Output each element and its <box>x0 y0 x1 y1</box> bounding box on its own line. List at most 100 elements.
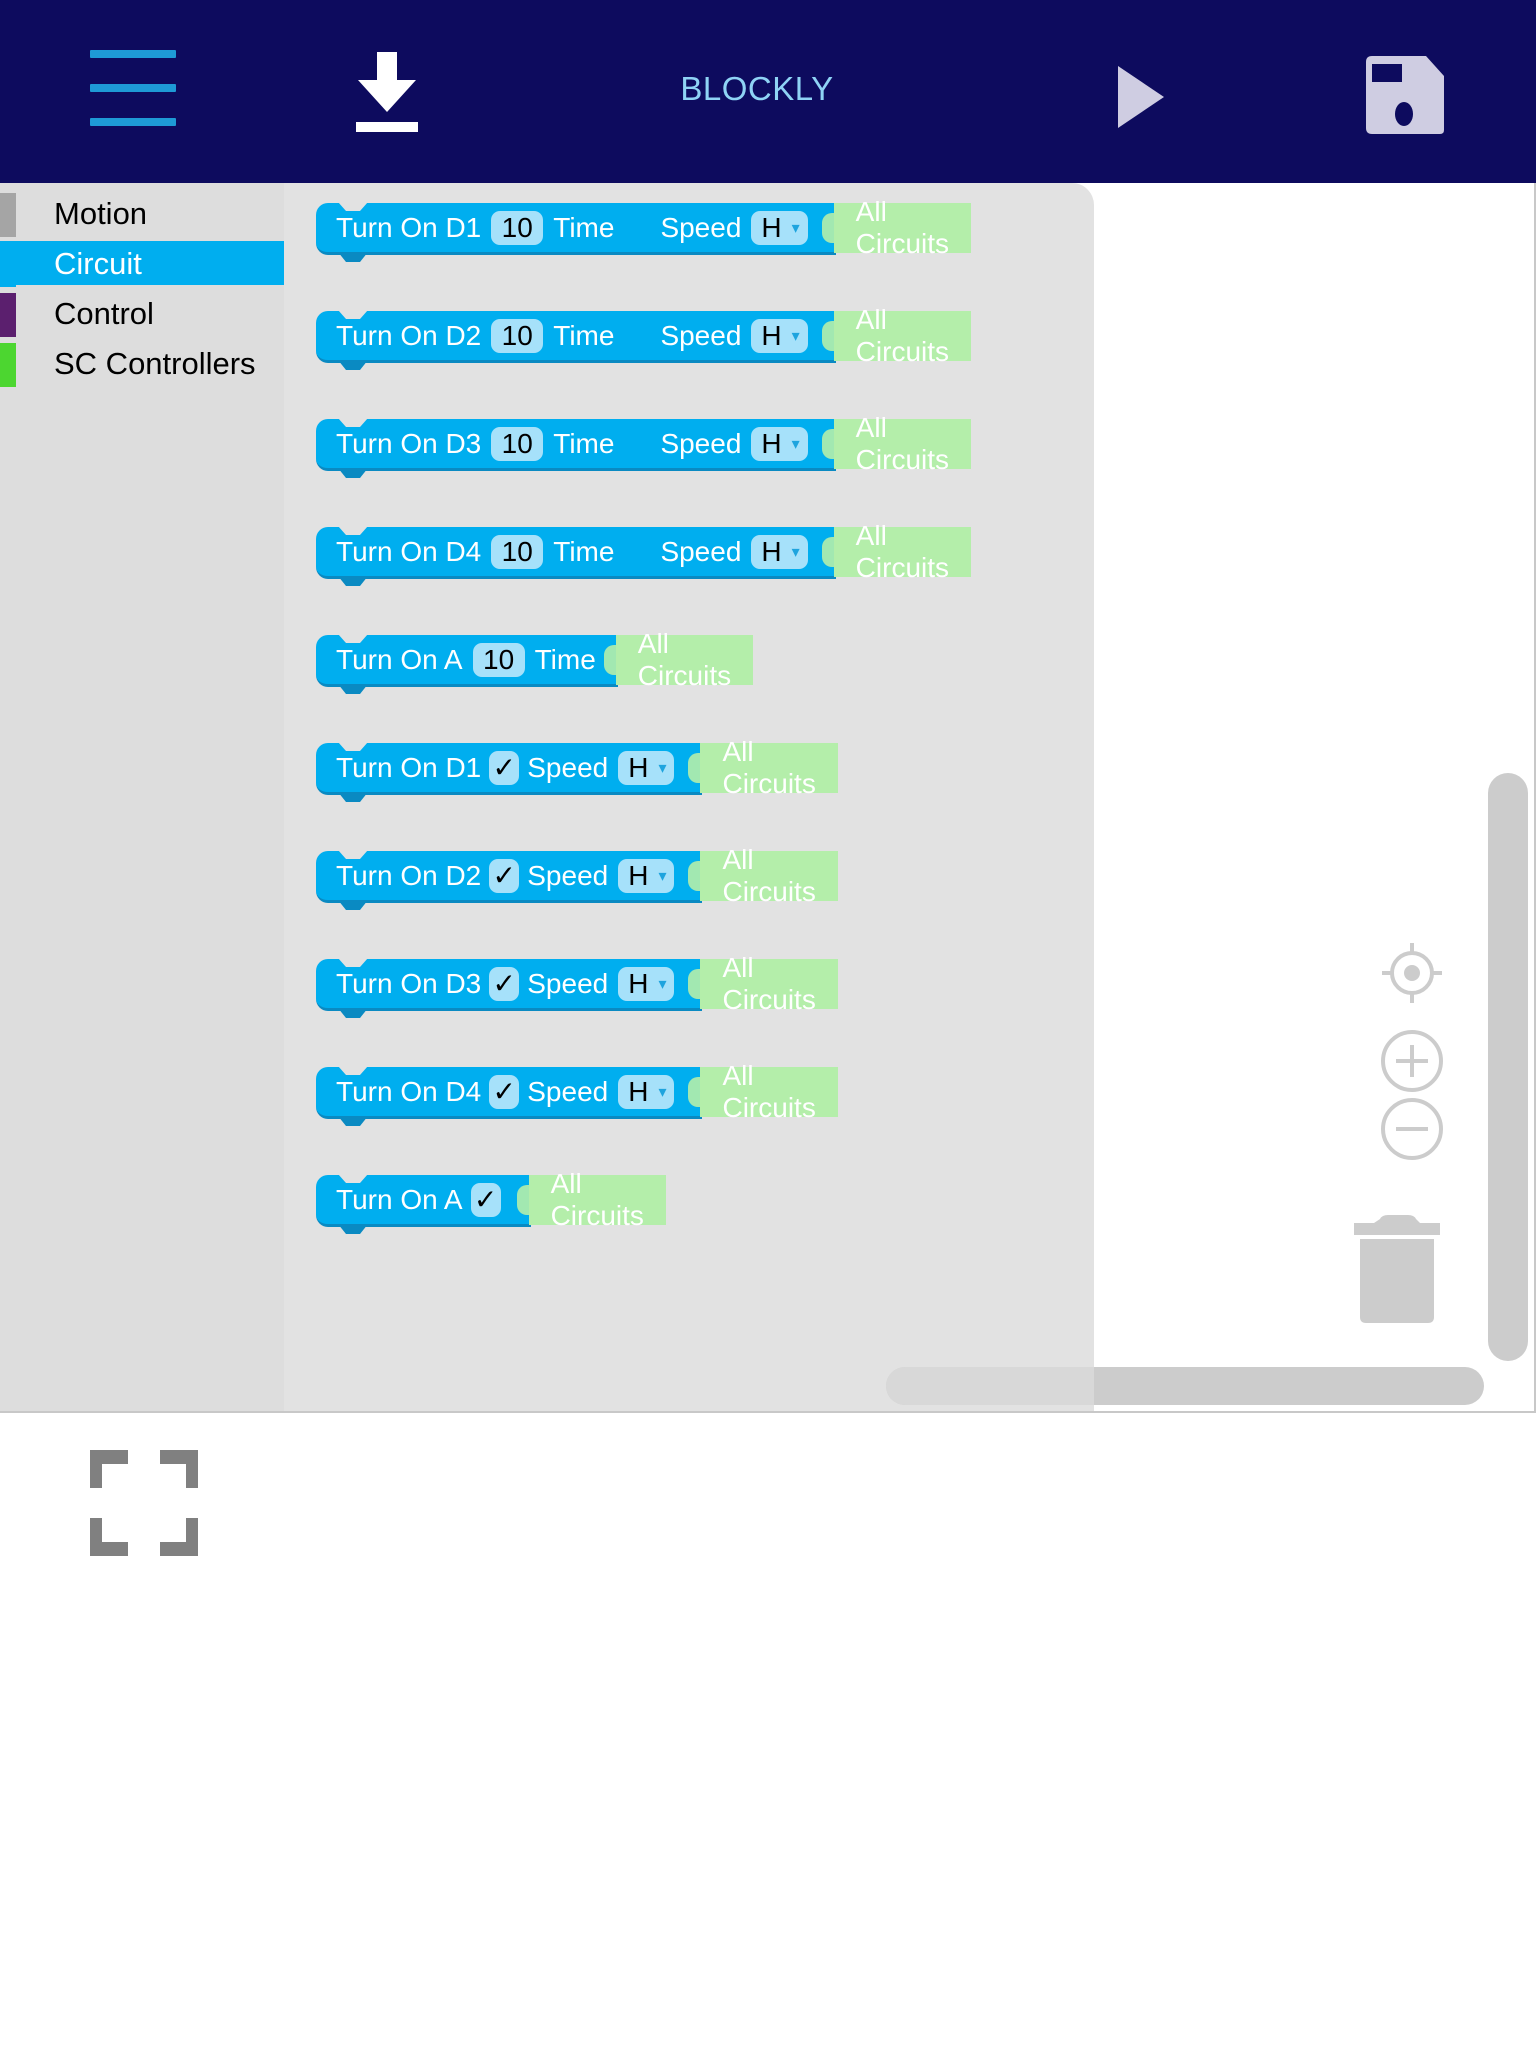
duration-input[interactable]: 10 <box>472 642 525 677</box>
enable-checkbox[interactable]: ✓ <box>489 750 520 785</box>
enable-checkbox[interactable]: ✓ <box>489 966 520 1001</box>
dropdown-arrow-icon: ▾ <box>658 975 667 993</box>
enable-checkbox[interactable]: ✓ <box>489 1074 520 1109</box>
save-button[interactable] <box>1364 54 1448 138</box>
block-tab <box>338 684 368 694</box>
category-label: Motion <box>54 196 148 231</box>
turn-on-block[interactable]: Turn On D4 ✓ Speed H ▾ <box>316 1066 703 1126</box>
category-sc-controllers[interactable]: SC Controllers <box>0 341 284 387</box>
enable-checkbox[interactable]: ✓ <box>470 1182 501 1217</box>
block-notch <box>338 634 368 643</box>
speed-dropdown[interactable]: H ▾ <box>618 966 675 1001</box>
dropdown-arrow-icon: ▾ <box>791 327 800 345</box>
speed-dropdown[interactable]: H ▾ <box>751 534 808 569</box>
turn-on-block[interactable]: Turn On D3 10 Time Speed H ▾ <box>316 418 836 478</box>
all-circuits-block[interactable]: All Circuits <box>833 304 971 367</box>
dropdown-arrow-icon: ▾ <box>658 867 667 885</box>
all-circuits-block[interactable]: All Circuits <box>528 1168 666 1231</box>
zoom-in-icon[interactable] <box>1380 1029 1444 1093</box>
category-color-swatch <box>0 243 16 287</box>
speed-dropdown[interactable]: H ▾ <box>618 750 675 785</box>
block-label: Turn On D1 <box>336 211 482 243</box>
block-flyout: Turn On D1 10 Time Speed H ▾ All Circuits Turn … <box>284 183 1094 1411</box>
turn-on-block[interactable]: Turn On D4 10 Time Speed H ▾ <box>316 526 836 586</box>
all-circuits-block[interactable]: All Circuits <box>833 196 971 259</box>
speed-label: Speed <box>527 751 609 783</box>
fullscreen-button[interactable] <box>90 1450 198 1556</box>
zoom-out-icon[interactable] <box>1380 1097 1444 1161</box>
category-color-swatch <box>0 193 16 237</box>
all-circuits-block[interactable]: All Circuits <box>700 1060 838 1123</box>
all-circuits-block[interactable]: All Circuits <box>833 520 971 583</box>
category-motion[interactable]: Motion <box>0 191 284 237</box>
vertical-scrollbar[interactable] <box>1488 773 1528 1361</box>
block-notch <box>338 418 368 427</box>
category-circuit[interactable]: Circuit <box>0 241 284 287</box>
time-label: Time <box>553 319 615 351</box>
download-icon <box>356 52 418 132</box>
speed-value: H <box>761 535 782 567</box>
trash-icon[interactable] <box>1354 1213 1440 1325</box>
crosshair-target-icon[interactable] <box>1380 941 1444 1005</box>
speed-dropdown[interactable]: H ▾ <box>618 1074 675 1109</box>
category-color-swatch <box>0 293 16 337</box>
category-control[interactable]: Control <box>0 291 284 337</box>
speed-label: Speed <box>660 319 742 351</box>
turn-on-block[interactable]: Turn On D2 ✓ Speed H ▾ <box>316 850 703 910</box>
duration-input[interactable]: 10 <box>491 210 544 245</box>
all-circuits-block[interactable]: All Circuits <box>615 628 754 691</box>
turn-on-block[interactable]: Turn On A 10 Time <box>316 634 618 694</box>
block-label: Turn On D1 <box>336 751 482 783</box>
category-label: SC Controllers <box>54 346 256 381</box>
block-notch <box>338 850 368 859</box>
speed-dropdown[interactable]: H ▾ <box>751 426 808 461</box>
speed-label: Speed <box>527 1075 609 1107</box>
turn-on-block[interactable]: Turn On D3 ✓ Speed H ▾ <box>316 958 703 1018</box>
block-label: Turn On D3 <box>336 427 482 459</box>
block-label: Turn On A <box>336 643 463 675</box>
scrollbar-flyout-overlap <box>886 1367 1094 1405</box>
all-circuits-block[interactable]: All Circuits <box>700 952 838 1015</box>
time-label: Time <box>553 211 615 243</box>
block-tab <box>338 792 368 802</box>
speed-value: H <box>628 859 649 891</box>
dropdown-arrow-icon: ▾ <box>658 1083 667 1101</box>
enable-checkbox[interactable]: ✓ <box>489 858 520 893</box>
block-label: Turn On D2 <box>336 859 482 891</box>
time-label: Time <box>534 643 596 675</box>
download-button[interactable] <box>352 52 422 134</box>
speed-dropdown[interactable]: H ▾ <box>751 210 808 245</box>
all-circuits-block[interactable]: All Circuits <box>700 736 838 799</box>
all-circuits-block[interactable]: All Circuits <box>700 844 838 907</box>
play-icon <box>1118 66 1164 128</box>
turn-on-block[interactable]: Turn On D1 10 Time Speed H ▾ <box>316 202 836 262</box>
block-tab <box>338 1224 368 1234</box>
category-color-swatch <box>0 343 16 387</box>
speed-value: H <box>761 319 782 351</box>
turn-on-block[interactable]: Turn On A ✓ <box>316 1174 531 1234</box>
speed-label: Speed <box>527 859 609 891</box>
duration-input[interactable]: 10 <box>491 318 544 353</box>
app-title: BLOCKLY <box>680 70 834 107</box>
top-bar: BLOCKLY <box>0 0 1536 183</box>
dropdown-arrow-icon: ▾ <box>791 219 800 237</box>
turn-on-block[interactable]: Turn On D2 10 Time Speed H ▾ <box>316 310 836 370</box>
speed-value: H <box>761 211 782 243</box>
menu-button[interactable] <box>88 50 180 132</box>
speed-dropdown[interactable]: H ▾ <box>618 858 675 893</box>
block-notch <box>338 742 368 751</box>
floppy-disk-icon <box>1366 56 1444 134</box>
speed-value: H <box>761 427 782 459</box>
blockly-workspace[interactable]: Motion Circuit Control SC Controllers Tu… <box>0 183 1536 1413</box>
speed-label: Speed <box>527 967 609 999</box>
speed-value: H <box>628 967 649 999</box>
all-circuits-block[interactable]: All Circuits <box>833 412 971 475</box>
duration-input[interactable]: 10 <box>491 426 544 461</box>
speed-dropdown[interactable]: H ▾ <box>751 318 808 353</box>
run-button[interactable] <box>1112 64 1172 134</box>
turn-on-block[interactable]: Turn On D1 ✓ Speed H ▾ <box>316 742 703 802</box>
time-label: Time <box>553 427 615 459</box>
block-label: Turn On D3 <box>336 967 482 999</box>
block-notch <box>338 202 368 211</box>
duration-input[interactable]: 10 <box>491 534 544 569</box>
